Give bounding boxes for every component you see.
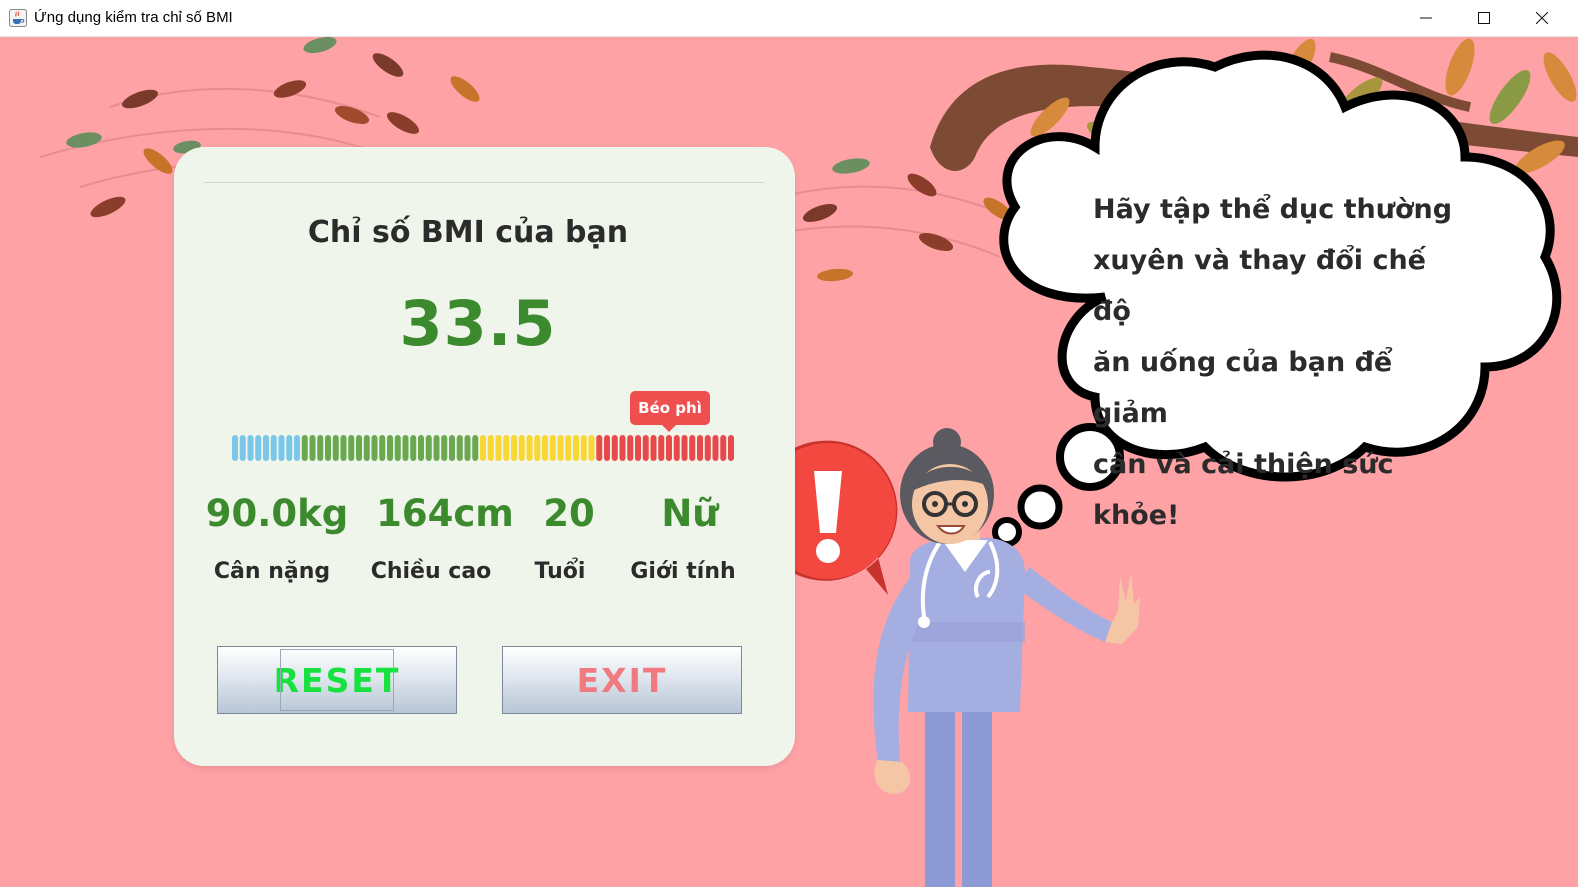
meter-segment <box>480 435 486 461</box>
meter-segment <box>433 435 440 461</box>
meter-segment <box>472 435 479 461</box>
meter-segment <box>402 435 409 461</box>
meter-segment <box>309 435 316 461</box>
app-canvas: Hãy tập thể dục thường xuyên và thay đổi… <box>0 37 1578 887</box>
meter-segment <box>278 435 285 461</box>
card-divider <box>204 182 764 183</box>
meter-segment <box>495 435 502 461</box>
reset-button[interactable]: RESET <box>217 646 457 714</box>
meter-segment <box>673 435 680 461</box>
advice-line: Hãy tập thể dục thường <box>1093 194 1453 225</box>
close-icon <box>1536 12 1548 24</box>
meter-segment <box>348 435 355 461</box>
advice-line: ăn uống của bạn để giảm <box>1093 347 1393 429</box>
gender-label: Giới tính <box>630 559 736 584</box>
meter-segment <box>580 435 587 461</box>
minimize-icon <box>1420 17 1432 19</box>
age-value: 20 <box>543 492 595 535</box>
meter-segment <box>363 435 370 461</box>
meter-segment <box>356 435 362 461</box>
meter-segment <box>526 435 533 461</box>
meter-segment <box>635 435 641 461</box>
exit-button[interactable]: EXIT <box>502 646 742 714</box>
window-title: Ứng dụng kiểm tra chỉ số BMI <box>34 9 233 26</box>
age-label: Tuổi <box>534 559 586 584</box>
meter-segment <box>441 435 448 461</box>
java-cup-icon <box>9 9 27 27</box>
exit-label: EXIT <box>576 660 668 700</box>
meter-segment <box>317 435 324 461</box>
bmi-meter <box>232 435 734 461</box>
height-value: 164cm <box>376 492 514 535</box>
meter-segment <box>588 435 595 461</box>
meter-segment <box>596 435 603 461</box>
meter-segment <box>627 435 634 461</box>
meter-segment <box>301 435 308 461</box>
bmi-result-card: Chỉ số BMI của bạn 33.5 Béo phì 90.0kg 1… <box>174 147 795 766</box>
meter-segment <box>650 435 657 461</box>
weight-label: Cân nặng <box>213 559 331 584</box>
meter-segment <box>697 435 703 461</box>
advice-line: cân và cải thiện sức khỏe! <box>1093 449 1394 531</box>
doctor-illustration <box>873 428 1140 887</box>
meter-segment <box>410 435 417 461</box>
meter-segment <box>681 435 688 461</box>
meter-segment <box>689 435 696 461</box>
bmi-category-badge: Béo phì <box>630 391 710 432</box>
meter-segment <box>449 435 455 461</box>
meter-segment <box>232 435 238 461</box>
advice-line: xuyên và thay đổi chế độ <box>1093 245 1426 327</box>
meter-segment <box>611 435 618 461</box>
meter-segment <box>720 435 727 461</box>
weight-value: 90.0kg <box>205 492 349 535</box>
advice-text: Hãy tập thể dục thường xuyên và thay đổi… <box>1093 184 1473 541</box>
card-title: Chỉ số BMI của bạn <box>307 215 629 250</box>
meter-segment <box>503 435 510 461</box>
bmi-value: 33.5 <box>399 287 557 360</box>
meter-segment <box>464 435 471 461</box>
meter-segment <box>332 435 339 461</box>
meter-segment <box>247 435 254 461</box>
meter-segment <box>549 435 556 461</box>
meter-segment <box>425 435 432 461</box>
meter-segment <box>379 435 386 461</box>
meter-segment <box>340 435 347 461</box>
meter-segment <box>325 435 331 461</box>
meter-segment <box>658 435 665 461</box>
meter-segment <box>456 435 463 461</box>
meter-segment <box>294 435 300 461</box>
meter-segment <box>534 435 541 461</box>
meter-segment <box>619 435 626 461</box>
meter-segment <box>418 435 424 461</box>
maximize-icon <box>1478 12 1490 24</box>
meter-segment <box>565 435 572 461</box>
gender-value: Nữ <box>661 492 719 535</box>
maximize-button[interactable] <box>1455 0 1513 36</box>
meter-segment <box>487 435 494 461</box>
meter-segment <box>518 435 525 461</box>
meter-segment <box>255 435 262 461</box>
meter-segment <box>286 435 293 461</box>
meter-segment <box>573 435 579 461</box>
meter-segment <box>270 435 277 461</box>
meter-segment <box>704 435 711 461</box>
meter-segment <box>239 435 246 461</box>
window-title-bar: Ứng dụng kiểm tra chỉ số BMI <box>0 0 1578 37</box>
meter-segment <box>371 435 378 461</box>
close-button[interactable] <box>1513 0 1571 36</box>
meter-segment <box>511 435 517 461</box>
meter-segment <box>642 435 649 461</box>
meter-segment <box>666 435 672 461</box>
minimize-button[interactable] <box>1397 0 1455 36</box>
focus-ring <box>280 649 394 711</box>
height-label: Chiều cao <box>370 559 492 584</box>
meter-segment <box>263 435 269 461</box>
meter-segment <box>542 435 548 461</box>
meter-segment <box>728 435 734 461</box>
meter-segment <box>394 435 401 461</box>
meter-segment <box>387 435 393 461</box>
meter-segment <box>712 435 719 461</box>
meter-segment <box>557 435 564 461</box>
meter-segment <box>604 435 610 461</box>
